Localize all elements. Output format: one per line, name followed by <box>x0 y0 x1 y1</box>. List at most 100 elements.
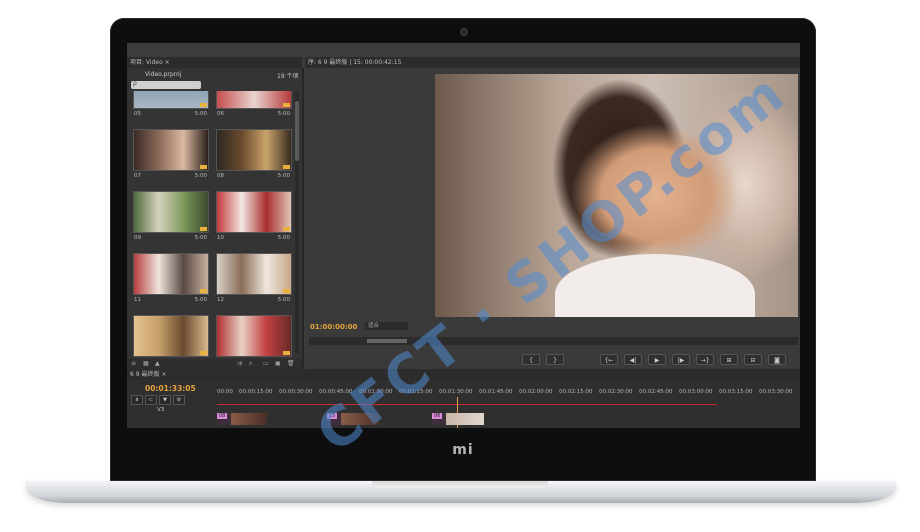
icon-view-icon[interactable]: ▦ <box>143 360 149 367</box>
program-timecode[interactable]: 01:00:00:00 <box>310 323 357 331</box>
linked-selection-icon[interactable]: ⊂ <box>145 395 157 405</box>
export-frame-button[interactable]: ◙ <box>768 354 786 365</box>
clip-item[interactable]: 06 5:00 <box>216 91 292 129</box>
clip-duration: 5:00 <box>277 297 290 303</box>
clip-item[interactable]: 08 5:00 <box>216 129 292 191</box>
mark-out-button[interactable]: } <box>546 354 564 365</box>
clip-thumbnail <box>216 129 292 171</box>
ruler-tick-label: 00:01:00:00 <box>359 389 393 395</box>
clip-thumbnail <box>216 191 292 233</box>
timeline-tab[interactable]: 6 9 最终版 × <box>127 369 800 380</box>
ruler-tick-label: 00:00:15:00 <box>239 389 273 395</box>
automate-icon[interactable]: ⇉ <box>237 360 242 367</box>
program-scrub-bar[interactable] <box>309 337 798 345</box>
project-scrollbar[interactable] <box>295 91 299 353</box>
project-panel-tab[interactable]: 项目: Video × <box>127 57 302 68</box>
trash-icon[interactable]: 🗑 <box>287 360 295 367</box>
step-forward-button[interactable]: |▶ <box>672 354 690 365</box>
program-monitor-tab[interactable]: 序: 6 9 最终版 | 15: 00:00:42:15 <box>305 57 800 68</box>
find-icon[interactable]: ⌕ <box>249 360 252 368</box>
clip-duration: 5:00 <box>277 173 290 179</box>
brand-logo: mi <box>452 442 474 458</box>
clip-duration: 5:00 <box>194 111 207 117</box>
clip-item[interactable]: 11 5:00 <box>133 253 209 315</box>
timeline-ruler[interactable]: 00:00 00:00:15:00 00:00:30:00 00:00:45:0… <box>217 387 800 397</box>
clip-thumbnail-grid: 05 5:00 06 5:00 07 5:00 08 5:00 09 5:00 … <box>133 91 295 361</box>
timeline-clip[interactable]: 06 <box>432 413 484 425</box>
clip-number: 12 <box>217 297 224 303</box>
program-video-frame <box>435 74 798 317</box>
clip-number: 06 <box>217 111 224 117</box>
search-icon: ρ <box>133 80 137 87</box>
project-item-count: 19 个项 <box>277 73 299 80</box>
clip-label: 08 <box>217 413 228 419</box>
ruler-tick-label: 00:02:00:00 <box>519 389 553 395</box>
project-panel: Video.prproj 19 个项 ρ 05 5:00 06 5:00 07 … <box>127 68 304 369</box>
clip-item[interactable]: 09 5:00 <box>133 191 209 253</box>
clip-number: 05 <box>134 111 141 117</box>
clip-item[interactable]: 10 5:00 <box>216 191 292 253</box>
scrub-zoom-handle[interactable] <box>367 339 407 343</box>
clip-duration: 5:00 <box>194 297 207 303</box>
clip-thumbnail <box>216 315 292 357</box>
lift-button[interactable]: ⊞ <box>720 354 738 365</box>
timeline-tools: ⋔ ⊂ ▼ ⚙ <box>131 395 213 407</box>
clip-thumbnail <box>133 91 209 109</box>
clip-number: 07 <box>134 173 141 179</box>
ruler-tick-label: 00:01:45:00 <box>479 389 513 395</box>
clip-item[interactable] <box>133 315 209 361</box>
clip-thumbnail <box>216 91 292 109</box>
clip-label: 06 <box>432 413 443 419</box>
settings-icon[interactable]: ⚙ <box>173 395 185 405</box>
clip-item[interactable] <box>216 315 292 361</box>
render-bar <box>217 404 717 405</box>
step-back-button[interactable]: ◀| <box>624 354 642 365</box>
new-bin-icon[interactable]: ▭ <box>263 360 269 367</box>
clip-thumbnail <box>133 129 209 171</box>
zoom-slider-icon[interactable]: ▲ <box>155 360 160 367</box>
timeline-panel: 6 9 最终版 × 00:01:33:05 ⋔ ⊂ ▼ ⚙ 00:00 00:0… <box>127 369 800 428</box>
clip-number: 10 <box>217 235 224 241</box>
clip-duration: 5:00 <box>194 173 207 179</box>
video-subject-shirt <box>555 254 755 317</box>
timeline-clip[interactable]: 08 <box>217 413 267 425</box>
clip-label: 15 <box>327 413 338 419</box>
clip-item[interactable]: 05 5:00 <box>133 91 209 129</box>
new-item-icon[interactable]: ▣ <box>275 360 281 367</box>
ruler-tick-label: 00:00:45:00 <box>319 389 353 395</box>
add-marker-icon[interactable]: ▼ <box>159 395 171 405</box>
ruler-tick-label: 00:00:30:00 <box>279 389 313 395</box>
laptop: 项目: Video × Video.prproj 19 个项 ρ 05 5:00… <box>0 0 920 532</box>
screen: 项目: Video × Video.prproj 19 个项 ρ 05 5:00… <box>127 43 800 428</box>
timeline-clip[interactable]: 15 <box>327 413 379 425</box>
ruler-tick-label: 00:03:00:00 <box>679 389 713 395</box>
list-view-icon[interactable]: ≡ <box>131 360 136 367</box>
clip-item[interactable]: 12 5:00 <box>216 253 292 315</box>
clip-number: 11 <box>134 297 141 303</box>
clip-duration: 5:00 <box>277 111 290 117</box>
go-to-in-button[interactable]: {← <box>600 354 618 365</box>
ruler-tick-label: 00:02:45:00 <box>639 389 673 395</box>
clip-duration: 5:00 <box>277 235 290 241</box>
project-search-input[interactable]: ρ <box>131 80 201 89</box>
extract-button[interactable]: ⊟ <box>744 354 762 365</box>
play-button[interactable]: ▶ <box>648 354 666 365</box>
ruler-tick-label: 00:01:30:00 <box>439 389 473 395</box>
clip-thumbnail <box>216 253 292 295</box>
snap-icon[interactable]: ⋔ <box>131 395 143 405</box>
track-label-v3[interactable]: V3 <box>157 407 164 413</box>
webcam <box>461 29 467 35</box>
ruler-tick-label: 00:02:30:00 <box>599 389 633 395</box>
clip-item[interactable]: 07 5:00 <box>133 129 209 191</box>
ruler-tick-label: 00:02:15:00 <box>559 389 593 395</box>
zoom-fit-select[interactable]: 适合 <box>365 322 408 330</box>
clip-thumbnail <box>133 315 209 357</box>
go-to-out-button[interactable]: →} <box>696 354 714 365</box>
mark-in-button[interactable]: { <box>522 354 540 365</box>
clip-number: 09 <box>134 235 141 241</box>
laptop-hinge-notch <box>372 481 548 488</box>
ruler-tick-label: 00:01:15:00 <box>399 389 433 395</box>
timeline-timecode[interactable]: 00:01:33:05 <box>145 384 196 393</box>
clip-thumbnail <box>133 191 209 233</box>
project-file-name: Video.prproj <box>145 71 182 78</box>
